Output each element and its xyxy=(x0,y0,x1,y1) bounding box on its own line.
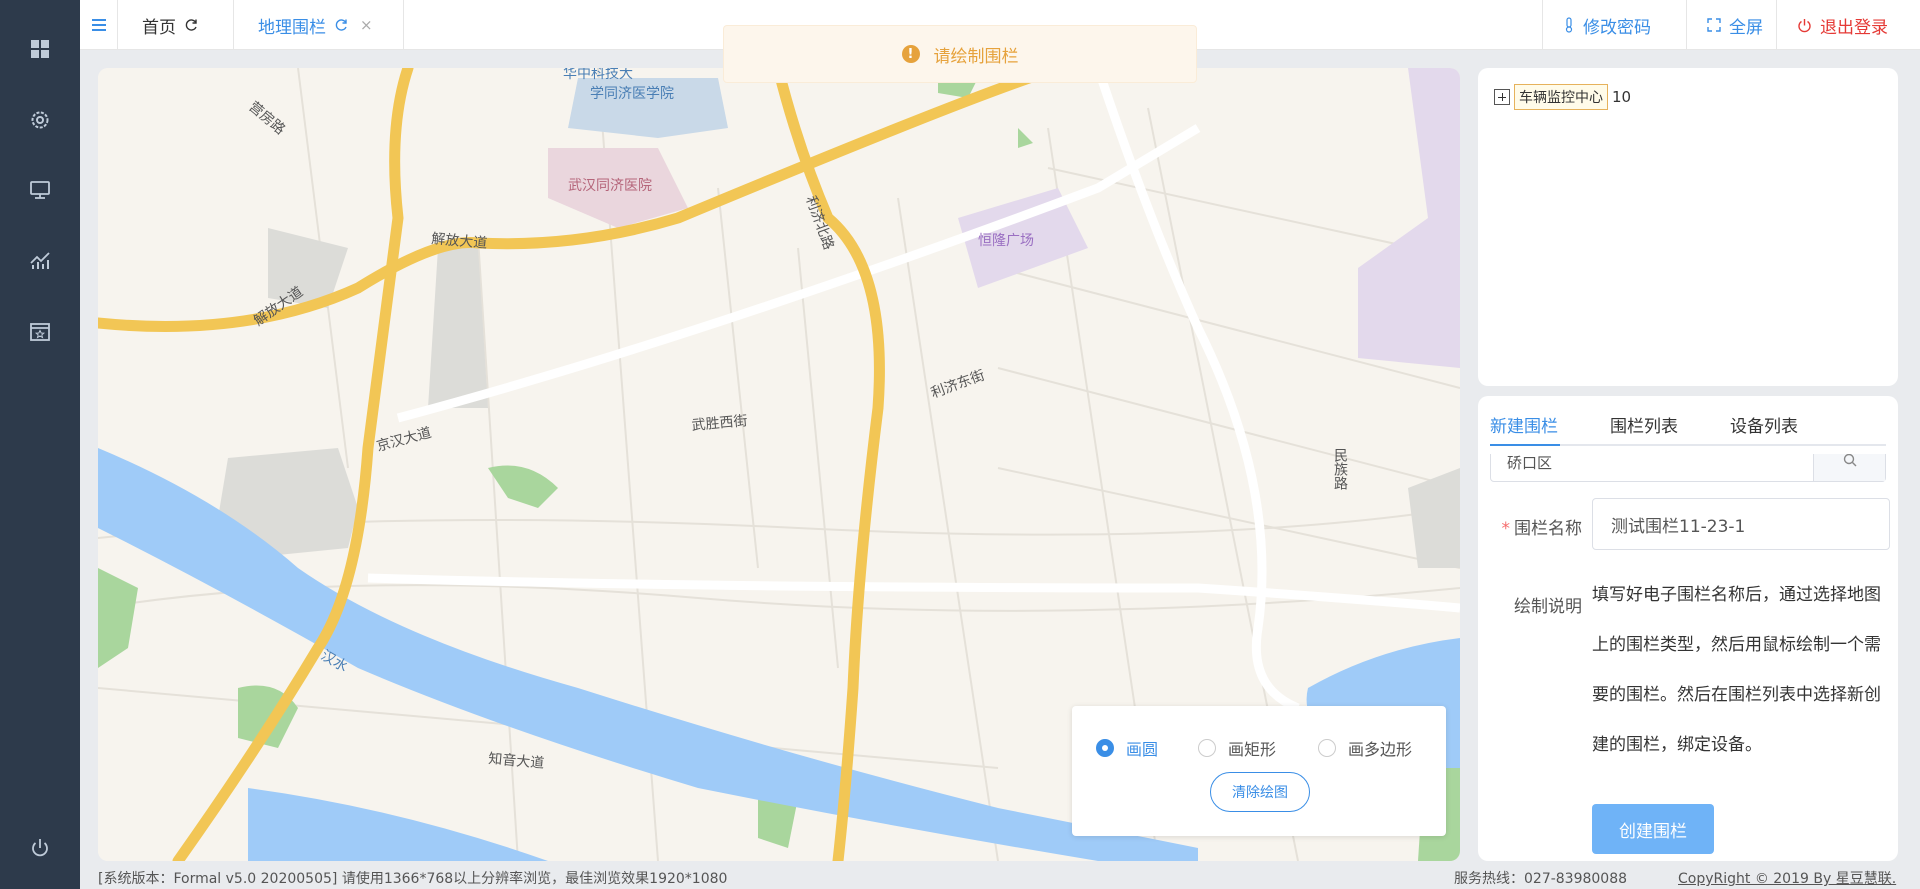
geofence-form-panel: 新建围栏 围栏列表 设备列表 硚口区 *围栏名称 绘制说明 填写好电子围栏名称后… xyxy=(1478,396,1898,861)
warning-icon: ! xyxy=(901,45,920,63)
fence-name-input[interactable] xyxy=(1592,498,1890,550)
toast-message: 请绘制围栏 xyxy=(933,46,1019,67)
refresh-icon[interactable] xyxy=(334,18,348,32)
menu-icon xyxy=(91,19,106,31)
footer: [系统版本：Formal v5.0 20200505] 请使用1366*768以… xyxy=(80,866,1920,889)
thermometer-icon xyxy=(1565,17,1573,33)
tab-home-label: 首页 xyxy=(142,17,176,38)
sidebar xyxy=(0,0,80,889)
draw-rectangle-radio[interactable]: 画矩形 xyxy=(1198,736,1276,760)
map-label-hust2: 学同济医学院 xyxy=(590,86,674,102)
fullscreen-button[interactable]: 全屏 xyxy=(1686,0,1783,50)
map-label-minzu: 民族路 xyxy=(1332,448,1348,490)
draw-circle-radio[interactable]: 画圆 xyxy=(1096,736,1158,760)
dashboard-icon[interactable] xyxy=(26,35,54,63)
copyright-link[interactable]: CopyRight © 2019 By 星豆慧联. xyxy=(1678,868,1896,888)
draw-polygon-label: 画多边形 xyxy=(1348,740,1413,759)
create-fence-button[interactable]: 创建围栏 xyxy=(1592,804,1714,854)
power-icon[interactable] xyxy=(26,834,54,862)
tab-fence-list[interactable]: 围栏列表 xyxy=(1610,412,1678,437)
logout-button[interactable]: 退出登录 xyxy=(1776,0,1908,50)
tree-node-label[interactable]: 车辆监控中心 xyxy=(1514,84,1608,110)
district-search-field[interactable]: 硚口区 xyxy=(1490,454,1886,482)
vehicle-tree-panel: 车辆监控中心 10 xyxy=(1478,68,1898,386)
form-tabs: 新建围栏 围栏列表 设备列表 xyxy=(1490,396,1886,446)
map-label-hust: 华中科技大 xyxy=(563,68,633,82)
version-info: [系统版本：Formal v5.0 20200505] 请使用1366*768以… xyxy=(98,871,728,887)
tree-node-vehicle-center[interactable]: 车辆监控中心 10 xyxy=(1494,84,1631,110)
chart-icon[interactable] xyxy=(26,246,54,274)
warning-toast: ! 请绘制围栏 xyxy=(723,25,1197,83)
tree-node-count: 10 xyxy=(1612,88,1632,106)
change-password-label: 修改密码 xyxy=(1583,17,1651,38)
refresh-icon[interactable] xyxy=(184,18,198,32)
fence-name-label-text: 围栏名称 xyxy=(1514,519,1582,539)
tab-new-fence[interactable]: 新建围栏 xyxy=(1490,412,1558,437)
required-mark: * xyxy=(1501,519,1511,539)
fullscreen-icon xyxy=(1707,18,1721,32)
drawing-instruction-text: 填写好电子围栏名称后，通过选择地图上的围栏类型，然后用鼠标绘制一个需要的围栏。然… xyxy=(1592,585,1881,755)
service-hotline: 服务热线：027-83980088 xyxy=(1454,871,1628,887)
draw-polygon-radio[interactable]: 画多边形 xyxy=(1318,736,1412,760)
draw-rectangle-label: 画矩形 xyxy=(1228,740,1277,759)
drawing-instruction-label: 绘制说明 xyxy=(1514,597,1582,617)
fullscreen-label: 全屏 xyxy=(1729,17,1763,38)
radio-dot xyxy=(1318,739,1336,757)
fence-name-label: * 围栏名称 xyxy=(1490,514,1583,539)
menu-toggle-button[interactable] xyxy=(80,0,118,50)
tab-geofence[interactable]: 地理围栏 × xyxy=(234,0,404,50)
map-label-henglong: 恒隆广场 xyxy=(978,233,1034,249)
radio-dot xyxy=(1198,739,1216,757)
tab-geofence-label: 地理围栏 xyxy=(258,17,326,38)
tab-home[interactable]: 首页 xyxy=(118,0,234,50)
logout-label: 退出登录 xyxy=(1820,17,1888,38)
change-password-button[interactable]: 修改密码 xyxy=(1542,0,1671,50)
draw-circle-label: 画圆 xyxy=(1126,740,1159,759)
radio-dot xyxy=(1096,739,1114,757)
draw-tools-panel: 画圆 画矩形 画多边形 清除绘图 xyxy=(1072,706,1446,836)
district-search-value: 硚口区 xyxy=(1507,454,1553,472)
power-icon xyxy=(1798,18,1811,32)
search-icon[interactable] xyxy=(1813,454,1885,481)
monitor-icon[interactable] xyxy=(26,176,54,204)
settings-icon[interactable] xyxy=(26,106,54,134)
map-label-hospital: 武汉同济医院 xyxy=(568,178,652,194)
close-tab-icon[interactable]: × xyxy=(360,16,373,34)
tab-active-indicator xyxy=(1490,444,1560,446)
calendar-icon[interactable] xyxy=(26,317,54,345)
clear-drawing-button[interactable]: 清除绘图 xyxy=(1210,772,1310,812)
tab-device-list[interactable]: 设备列表 xyxy=(1730,412,1798,437)
map-canvas[interactable]: 华中科技大 学同济医学院 武汉同济医院 营房路 解放大道 解放大道 利济北路 恒… xyxy=(98,68,1460,861)
expand-icon[interactable] xyxy=(1494,89,1510,105)
